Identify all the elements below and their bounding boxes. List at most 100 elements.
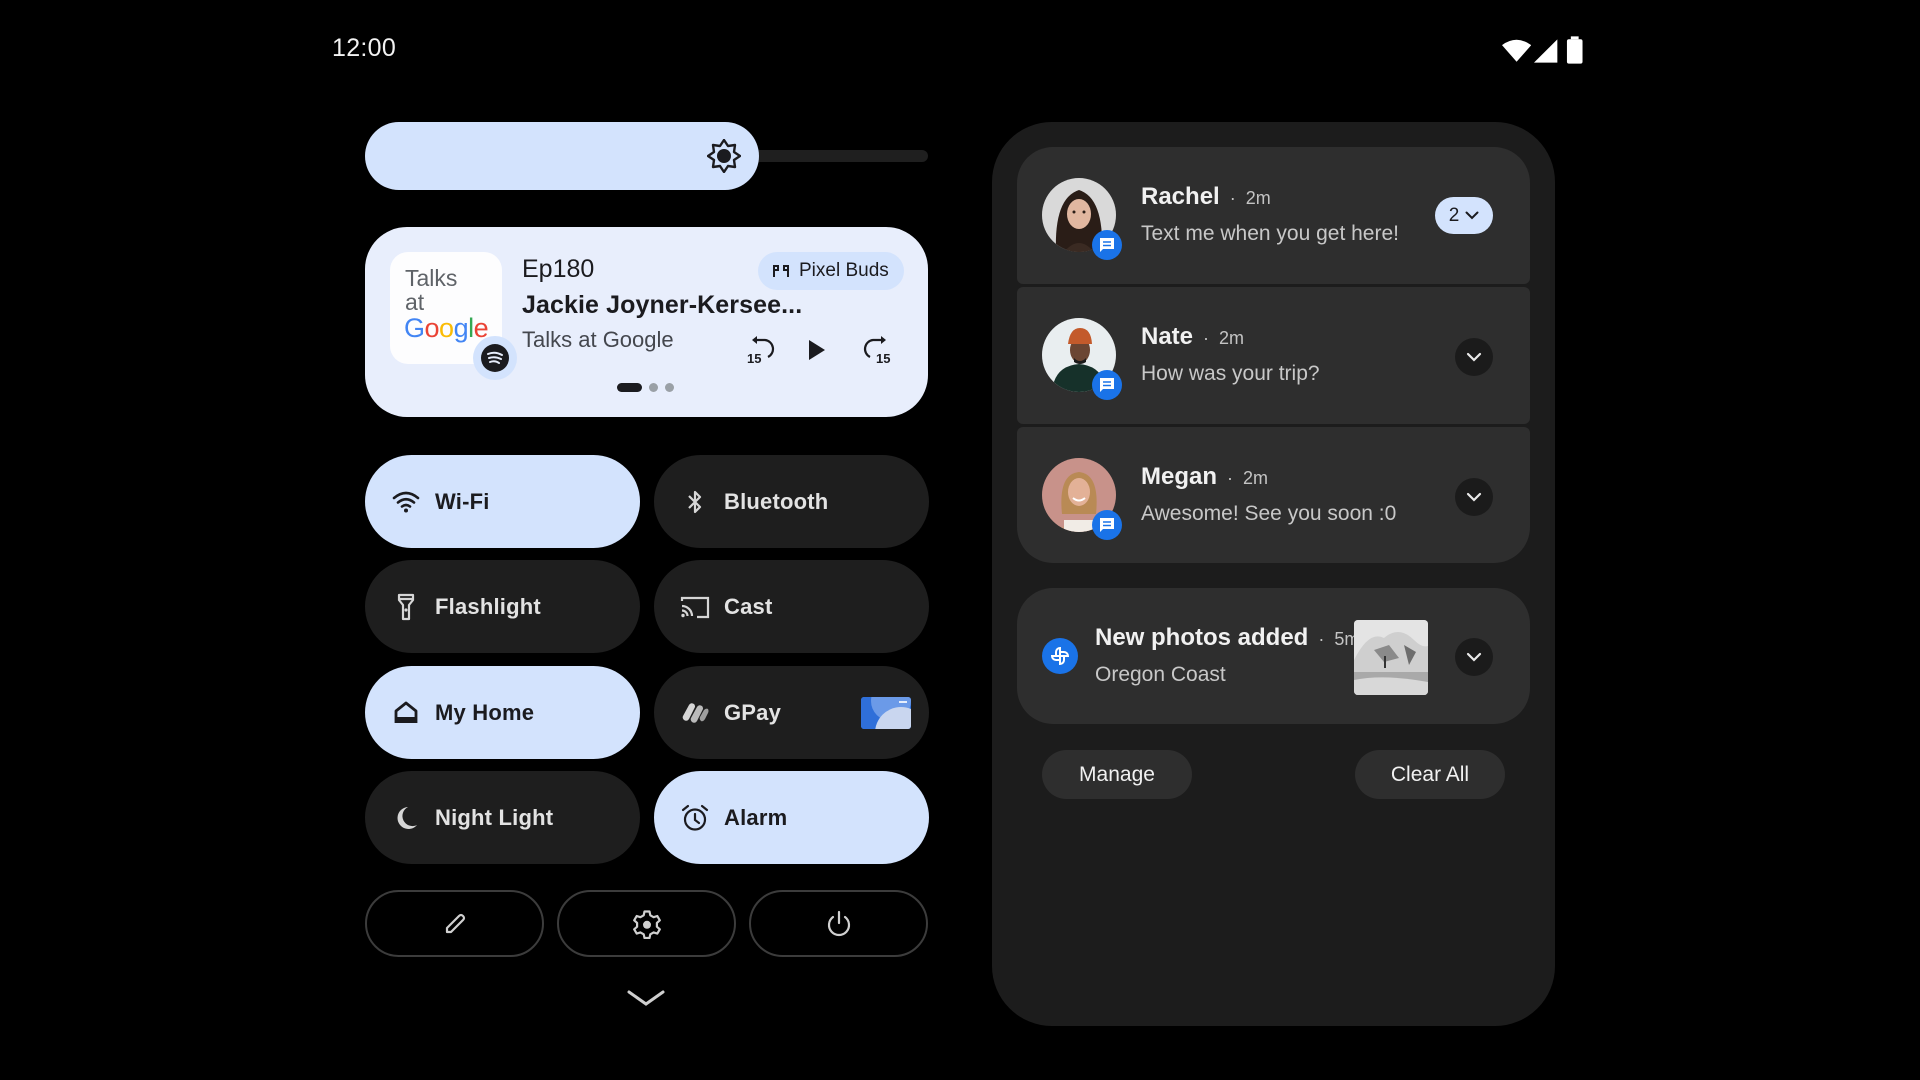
brightness-slider[interactable] [365, 122, 928, 190]
wifi-icon [1502, 39, 1532, 62]
tile-label: Night Light [435, 804, 554, 830]
cast-icon [680, 592, 710, 622]
clear-all-button[interactable]: Clear All [1355, 750, 1505, 799]
notification-card[interactable]: New photos added · 5m Oregon Coast [1017, 588, 1530, 724]
conversation-notifications: Rachel · 2m Text me when you get here! 2… [1017, 147, 1530, 563]
tile-label: My Home [435, 699, 535, 725]
rewind-15-icon: 15 [747, 336, 775, 366]
tile-cast[interactable]: Cast [654, 560, 929, 653]
messages-app-badge [1092, 370, 1122, 400]
message-text: Awesome! See you soon :0 [1141, 502, 1397, 525]
messages-icon [1100, 518, 1114, 532]
media-title: Jackie Joyner-Kersee... [522, 291, 803, 319]
notification-text: Oregon Coast [1095, 663, 1226, 686]
notification-time: 2m [1245, 188, 1271, 208]
output-device-chip[interactable]: Pixel Buds [758, 252, 904, 290]
page-dot[interactable] [665, 383, 674, 392]
moon-icon [391, 803, 421, 833]
forward-15-icon: 15 [863, 336, 890, 366]
notification-time: 2m [1219, 328, 1245, 348]
messages-icon [1100, 378, 1114, 392]
chevron-down-icon [1465, 211, 1479, 220]
chevron-down-icon [1466, 652, 1482, 662]
media-player-card[interactable]: Talks at Google Ep180 Jackie Joyner-Kers… [365, 227, 928, 417]
sender-name: Nate [1141, 323, 1194, 350]
play-button[interactable] [798, 332, 834, 368]
tile-my-home[interactable]: My Home [365, 666, 640, 759]
chevron-down-icon[interactable] [626, 988, 666, 1010]
output-device-label: Pixel Buds [799, 260, 889, 281]
tile-label: Alarm [724, 804, 788, 830]
tile-night-light[interactable]: Night Light [365, 771, 640, 864]
album-art-text: at [405, 289, 425, 315]
photo-thumbnail [1354, 620, 1428, 695]
home-icon [391, 698, 421, 728]
photos-app-badge [1042, 638, 1078, 674]
battery-icon [1566, 36, 1583, 64]
page-dot[interactable] [649, 383, 658, 392]
episode-number: Ep180 [522, 255, 595, 283]
tile-flashlight[interactable]: Flashlight [365, 560, 640, 653]
separator-dot: · [1203, 328, 1210, 348]
chevron-down-icon [1466, 352, 1482, 362]
message-text: Text me when you get here! [1141, 222, 1399, 245]
tile-label: Flashlight [435, 593, 541, 619]
separator-dot: · [1227, 468, 1234, 488]
separator-dot: · [1318, 629, 1325, 649]
album-art-text: Talks [405, 265, 458, 291]
spotify-icon [487, 351, 503, 364]
manage-button[interactable]: Manage [1042, 750, 1192, 799]
separator-dot: · [1229, 188, 1236, 208]
google-logo: Google [404, 313, 489, 343]
expand-button[interactable] [1455, 638, 1493, 676]
page-dot[interactable] [617, 383, 642, 392]
wifi-icon [391, 487, 421, 517]
message-count-chip[interactable]: 2 [1435, 197, 1493, 234]
rewind-15-button[interactable]: 15 [742, 332, 778, 368]
expand-button[interactable] [1455, 478, 1493, 516]
power-button[interactable] [749, 890, 928, 957]
cellular-signal-icon [1534, 39, 1558, 63]
spotify-app-badge [473, 336, 517, 380]
payment-card-thumbnail [861, 697, 911, 729]
forward-15-button[interactable]: 15 [860, 332, 896, 368]
gear-icon [632, 909, 661, 939]
svg-text:15: 15 [876, 351, 890, 366]
messages-app-badge [1092, 510, 1122, 540]
sender-name: Megan [1141, 463, 1218, 490]
flashlight-icon [391, 592, 421, 622]
tile-label: GPay [724, 699, 782, 725]
notification-panel: Rachel · 2m Text me when you get here! 2… [992, 122, 1555, 1026]
bluetooth-icon [680, 487, 710, 517]
notification-card[interactable]: Rachel · 2m Text me when you get here! 2 [1017, 147, 1530, 284]
tile-alarm[interactable]: Alarm [654, 771, 929, 864]
svg-text:15: 15 [747, 351, 761, 366]
play-icon [809, 340, 825, 360]
power-icon [827, 910, 850, 936]
edit-button[interactable] [365, 890, 544, 957]
media-page-indicator [617, 383, 674, 392]
status-bar-clock: 12:00 [332, 34, 397, 62]
tile-label: Cast [724, 593, 773, 619]
sender-name: Rachel [1141, 183, 1220, 210]
message-text: How was your trip? [1141, 362, 1320, 385]
expand-button[interactable] [1455, 338, 1493, 376]
media-artist: Talks at Google [522, 327, 674, 352]
brightness-fill[interactable] [365, 122, 759, 190]
pencil-icon [445, 913, 465, 933]
tile-gpay[interactable]: GPay [654, 666, 929, 759]
settings-button[interactable] [557, 890, 736, 957]
notification-time: 2m [1243, 468, 1269, 488]
notification-card[interactable]: Megan · 2m Awesome! See you soon :0 [1017, 427, 1530, 563]
messages-app-badge [1092, 230, 1122, 260]
tile-label: Wi-Fi [435, 488, 490, 514]
chevron-down-icon [1466, 492, 1482, 502]
messages-icon [1100, 238, 1114, 252]
photos-icon [1050, 646, 1070, 666]
tile-wi-fi[interactable]: Wi-Fi [365, 455, 640, 548]
brightness-icon [707, 139, 741, 173]
tile-bluetooth[interactable]: Bluetooth [654, 455, 929, 548]
alarm-icon [680, 803, 710, 833]
notification-card[interactable]: Nate · 2m How was your trip? [1017, 287, 1530, 424]
earbuds-icon [773, 265, 789, 277]
